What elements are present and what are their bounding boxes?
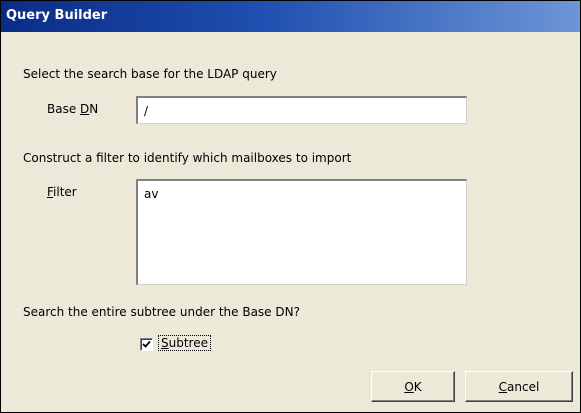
filter-instruction: Construct a filter to identify which mai… — [23, 151, 352, 165]
ok-rest: K — [413, 379, 422, 394]
base-dn-label-pre: Base — [47, 102, 81, 116]
cancel-accel: C — [498, 379, 508, 394]
title-bar[interactable]: Query Builder — [1, 1, 580, 32]
checkmark-icon — [142, 340, 151, 348]
search-base-instruction: Select the search base for the LDAP quer… — [23, 67, 277, 81]
subtree-question: Search the entire subtree under the Base… — [23, 305, 300, 319]
subtree-label-accel: S — [161, 336, 169, 350]
ok-accel: O — [404, 379, 414, 394]
base-dn-input[interactable] — [136, 96, 467, 124]
cancel-rest: ancel — [507, 379, 540, 394]
filter-textarea[interactable]: av — [136, 179, 467, 285]
base-dn-label: Base DN — [47, 102, 98, 116]
ok-button[interactable]: OK — [371, 371, 455, 402]
subtree-label-rest: ubtree — [168, 336, 208, 350]
base-dn-label-accel: D — [80, 102, 90, 116]
window-title: Query Builder — [6, 8, 108, 23]
base-dn-label-post: N — [89, 102, 99, 116]
filter-label-rest: ilter — [53, 185, 77, 199]
query-builder-dialog: Query Builder Select the search base for… — [0, 0, 581, 413]
subtree-checkbox[interactable] — [140, 338, 153, 351]
subtree-checkbox-label[interactable]: Subtree — [158, 335, 211, 351]
cancel-button[interactable]: Cancel — [465, 371, 573, 402]
filter-label: Filter — [47, 185, 77, 199]
